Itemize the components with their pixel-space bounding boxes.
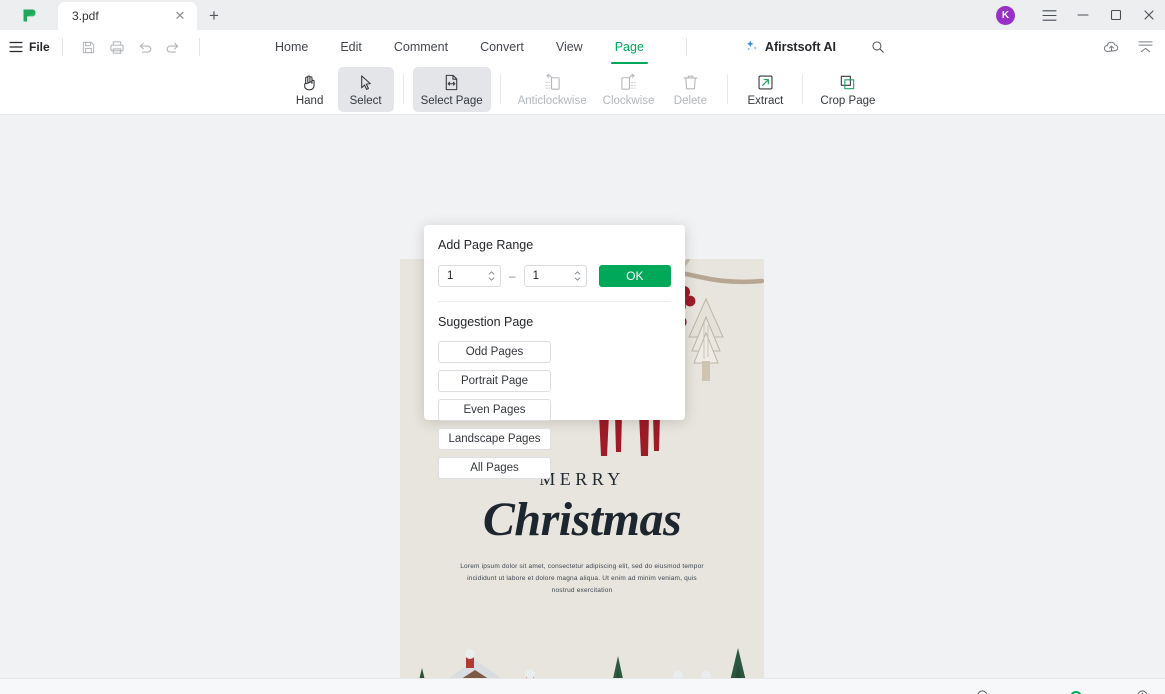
chevron-up-icon bbox=[488, 271, 495, 275]
tool-anticlockwise[interactable]: Anticlockwise bbox=[510, 67, 595, 112]
tool-label: Extract bbox=[747, 94, 784, 107]
tool-label: Anticlockwise bbox=[517, 94, 587, 107]
divider bbox=[61, 38, 63, 56]
tool-crop-page[interactable]: Crop Page bbox=[812, 67, 883, 112]
cursor-icon bbox=[361, 74, 371, 90]
print-icon[interactable] bbox=[103, 35, 131, 59]
save-icon[interactable] bbox=[75, 35, 103, 59]
afirstsoft-ai-label: Afirstsoft AI bbox=[764, 40, 836, 54]
tool-delete[interactable]: Delete bbox=[662, 67, 718, 112]
close-tab-icon[interactable]: ✕ bbox=[171, 7, 189, 25]
tool-label: Hand bbox=[295, 94, 324, 107]
panel-title: Add Page Range bbox=[438, 238, 534, 252]
tool-extract[interactable]: Extract bbox=[737, 67, 793, 112]
range-separator: – bbox=[508, 269, 516, 283]
sparkle-icon bbox=[745, 39, 759, 56]
to-stepper[interactable] bbox=[572, 271, 583, 281]
chevron-down-icon bbox=[488, 277, 495, 281]
window-controls: K bbox=[996, 0, 1165, 30]
tool-label: Clockwise bbox=[602, 94, 655, 107]
divider bbox=[198, 38, 200, 56]
undo-icon[interactable] bbox=[131, 35, 159, 59]
tool-clockwise[interactable]: Clockwise bbox=[595, 67, 663, 112]
divider bbox=[499, 74, 501, 104]
crop-icon bbox=[841, 75, 855, 89]
suggestion-portrait-page[interactable]: Portrait Page bbox=[438, 370, 551, 392]
suggestion-landscape-pages[interactable]: Landscape Pages bbox=[438, 428, 551, 450]
rotate-anticlockwise-icon bbox=[544, 73, 560, 90]
add-page-range-panel: Add Page Range 1 – 1 OK Suggestion Page … bbox=[424, 225, 685, 479]
afirstsoft-ai-button[interactable]: Afirstsoft AI bbox=[745, 39, 836, 56]
menu-item-edit[interactable]: Edit bbox=[338, 34, 364, 60]
tool-select[interactable]: Select bbox=[337, 66, 394, 112]
page-toolbar: Hand Select Select Page Anticlockwise Cl… bbox=[0, 64, 1165, 115]
main-menu-icon[interactable] bbox=[0, 41, 24, 53]
menu-item-home[interactable]: Home bbox=[273, 34, 310, 60]
tool-label: Select bbox=[349, 94, 382, 107]
tool-select-page[interactable]: Select Page bbox=[412, 66, 491, 112]
tool-label: Delete bbox=[673, 94, 708, 107]
minimize-icon[interactable] bbox=[1066, 0, 1099, 30]
to-value: 1 bbox=[532, 270, 540, 282]
card-text-block: MERRY Christmas Lorem ipsum dolor sit am… bbox=[400, 469, 764, 597]
zoom-slider-handle[interactable] bbox=[1070, 690, 1083, 694]
menu-item-page[interactable]: Page bbox=[610, 34, 649, 64]
snow-village-image bbox=[400, 620, 764, 678]
divider bbox=[438, 301, 671, 302]
zoom-out-icon[interactable] bbox=[973, 687, 993, 694]
menu-item-view[interactable]: View bbox=[554, 34, 585, 60]
card-heading-large: Christmas bbox=[482, 493, 682, 546]
ok-button[interactable]: OK bbox=[598, 265, 672, 287]
divider bbox=[727, 74, 729, 104]
zoom-in-icon[interactable] bbox=[1133, 687, 1153, 694]
avatar[interactable]: K bbox=[996, 5, 1015, 25]
divider bbox=[685, 38, 687, 56]
status-bar bbox=[0, 678, 1165, 694]
menu-right-actions bbox=[1097, 30, 1159, 64]
from-stepper[interactable] bbox=[486, 271, 497, 281]
hamburger-menu-icon[interactable] bbox=[1033, 0, 1066, 30]
app-logo bbox=[0, 0, 58, 30]
suggestion-title: Suggestion Page bbox=[438, 315, 534, 329]
suggestion-buttons: Odd Pages Portrait Page Even Pages Lands… bbox=[438, 341, 671, 479]
new-tab-button[interactable]: + bbox=[197, 2, 231, 30]
suggestion-all-pages[interactable]: All Pages bbox=[438, 457, 551, 479]
chevron-down-icon bbox=[574, 277, 580, 281]
select-page-icon bbox=[445, 74, 458, 90]
maximize-icon[interactable] bbox=[1099, 0, 1132, 30]
suggestion-even-pages[interactable]: Even Pages bbox=[438, 399, 551, 421]
document-tab[interactable]: 3.pdf ✕ bbox=[58, 2, 197, 30]
file-menu-button[interactable]: File bbox=[29, 40, 50, 54]
hand-icon bbox=[304, 74, 315, 90]
close-window-icon[interactable] bbox=[1132, 0, 1165, 30]
tool-hand[interactable]: Hand bbox=[282, 67, 338, 112]
menu-bar: File Home Edit Comment Convert View Page… bbox=[0, 30, 1165, 64]
chevron-up-icon bbox=[574, 271, 580, 275]
from-value: 1 bbox=[447, 270, 454, 282]
tab-title: 3.pdf bbox=[72, 9, 99, 23]
tool-label: Select Page bbox=[420, 94, 483, 107]
workspace: MERRY Christmas Lorem ipsum dolor sit am… bbox=[0, 115, 1165, 678]
search-icon[interactable] bbox=[864, 35, 892, 59]
page-range-from-input[interactable]: 1 bbox=[438, 265, 501, 287]
menu-item-convert[interactable]: Convert bbox=[478, 34, 526, 60]
cloud-upload-icon[interactable] bbox=[1097, 35, 1125, 59]
divider bbox=[402, 74, 404, 104]
page-range-to-input[interactable]: 1 bbox=[523, 265, 587, 287]
title-bar: 3.pdf ✕ + K bbox=[0, 0, 1165, 30]
app-logo-icon bbox=[23, 9, 35, 21]
page-range-row: 1 – 1 OK bbox=[438, 265, 672, 287]
card-body-text: Lorem ipsum dolor sit amet, consectetur … bbox=[460, 563, 704, 595]
collapse-panel-icon[interactable] bbox=[1131, 35, 1159, 59]
trash-icon bbox=[683, 75, 698, 89]
suggestion-odd-pages[interactable]: Odd Pages bbox=[438, 341, 551, 363]
rotate-clockwise-icon bbox=[621, 73, 636, 90]
extract-icon bbox=[758, 74, 773, 90]
redo-icon[interactable] bbox=[159, 35, 187, 59]
divider bbox=[802, 74, 804, 104]
menu-item-comment[interactable]: Comment bbox=[392, 34, 450, 60]
tool-label: Crop Page bbox=[820, 94, 876, 107]
